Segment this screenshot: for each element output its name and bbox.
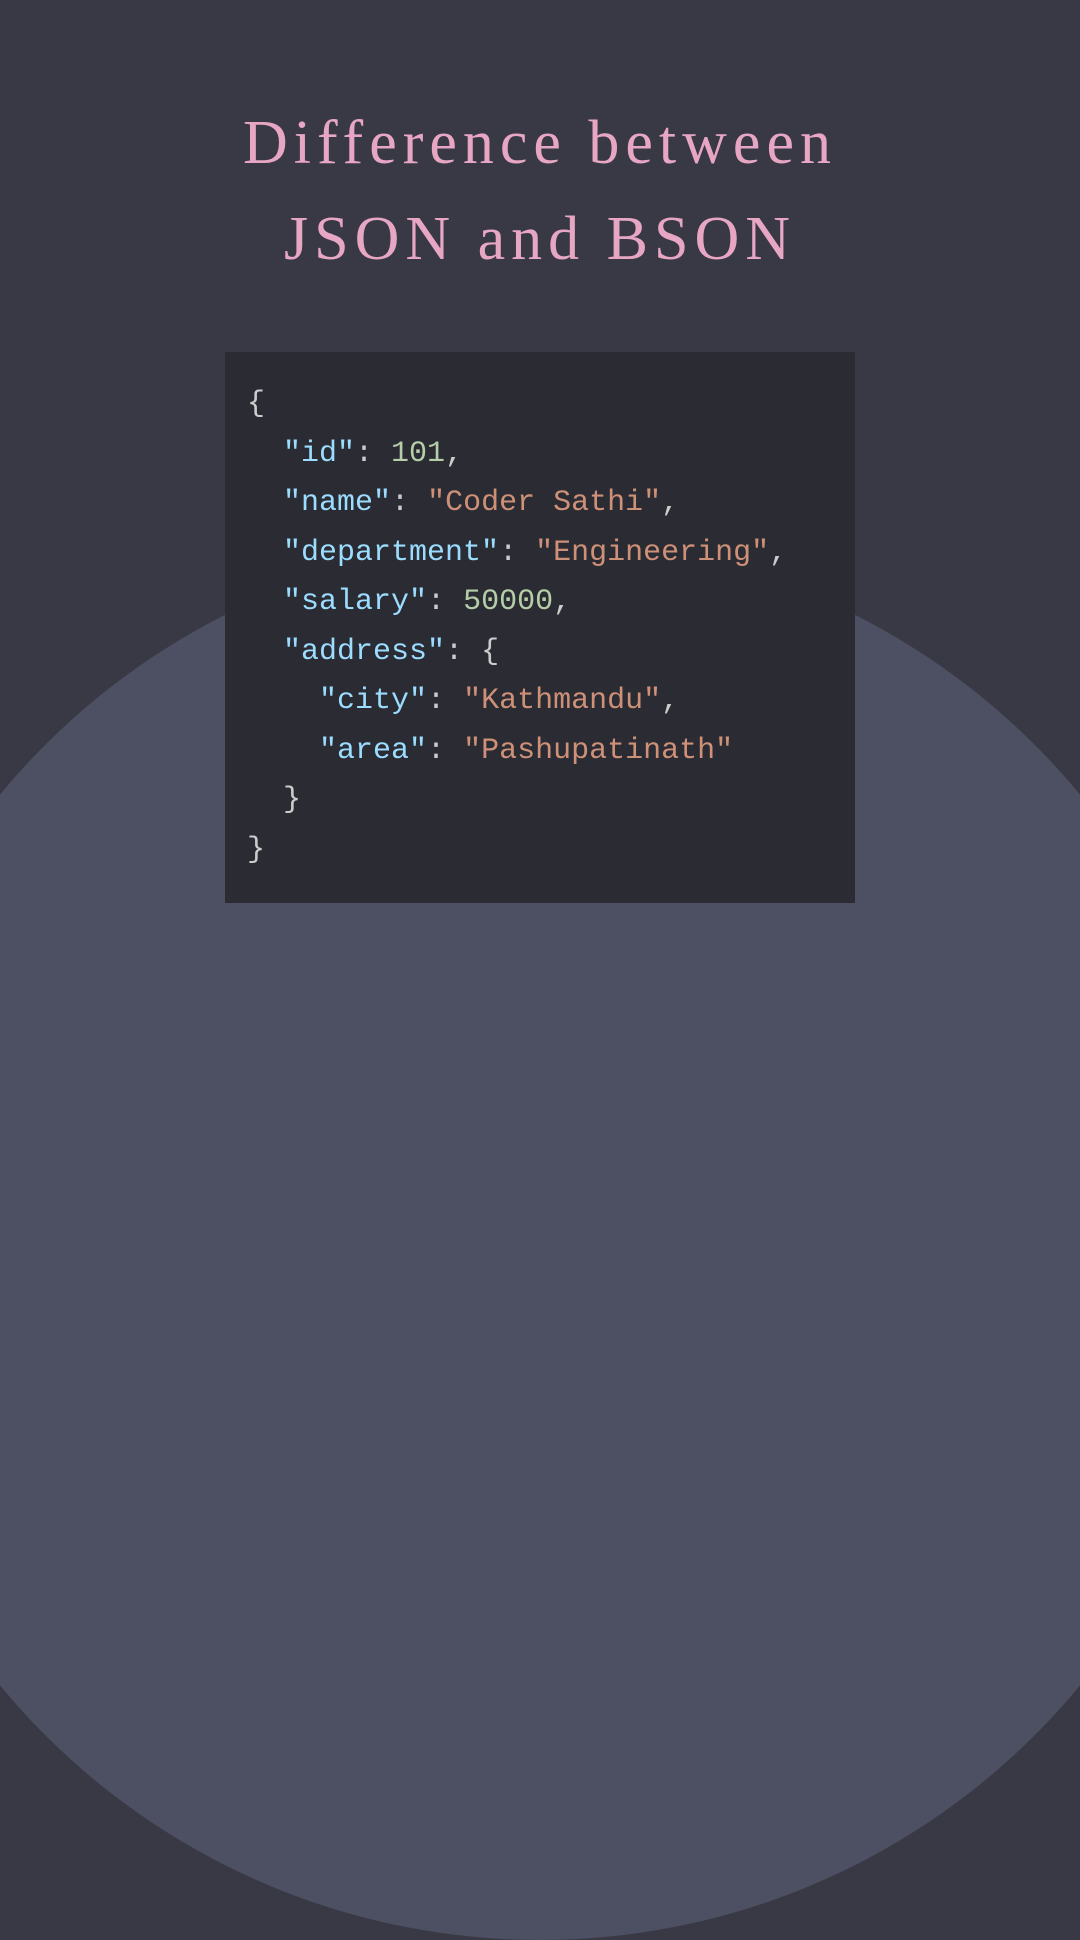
code-line: "city": "Kathmandu", [247,677,833,727]
code-block: { "id": 101, "name": "Coder Sathi", "dep… [225,352,855,903]
code-line: "area": "Pashupatinath" [247,727,833,777]
json-string: "Coder Sathi" [427,486,661,520]
open-brace: { [247,387,265,421]
json-number: 50000 [463,585,553,619]
code-line: } [247,826,833,876]
code-line: } [247,776,833,826]
code-line: "department": "Engineering", [247,529,833,579]
json-key: "name" [283,486,391,520]
code-line: { [247,380,833,430]
json-key: "id" [283,437,355,471]
close-brace: } [247,833,265,867]
json-key: "department" [283,536,499,570]
json-key: "salary" [283,585,427,619]
json-string: "Pashupatinath" [463,734,733,768]
open-brace: { [481,635,499,669]
json-string: "Kathmandu" [463,684,661,718]
json-string: "Engineering" [535,536,769,570]
code-line: "salary": 50000, [247,578,833,628]
page-title: Difference between JSON and BSON [0,0,1080,287]
json-key: "city" [319,684,427,718]
json-key: "address" [283,635,445,669]
json-key: "area" [319,734,427,768]
code-line: "name": "Coder Sathi", [247,479,833,529]
close-brace: } [283,783,301,817]
json-number: 101 [391,437,445,471]
code-line: "address": { [247,628,833,678]
title-line-2: JSON and BSON [284,205,796,273]
code-line: "id": 101, [247,430,833,480]
title-line-1: Difference between [243,109,837,177]
